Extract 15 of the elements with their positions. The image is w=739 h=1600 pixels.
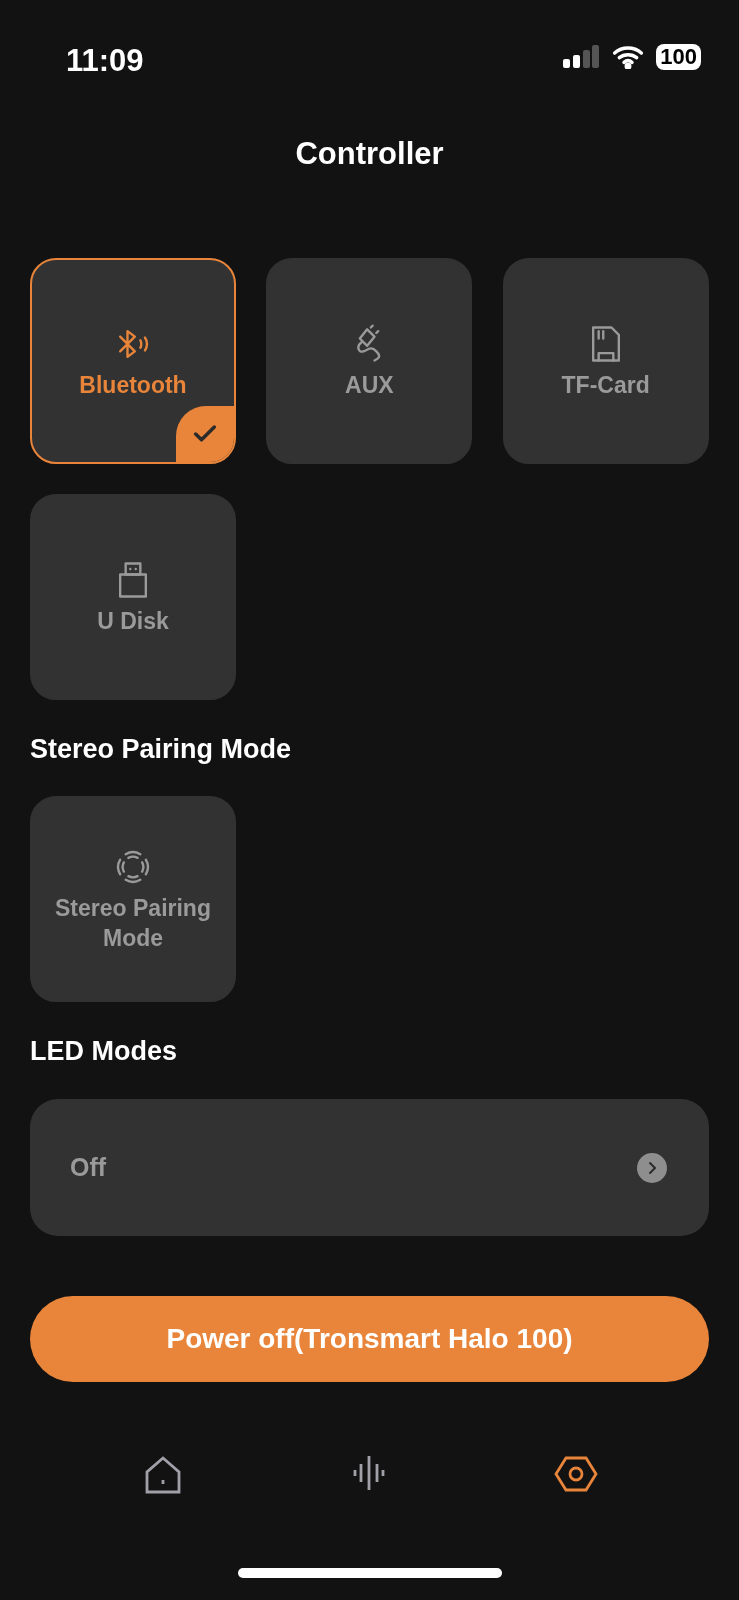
battery-level: 100 xyxy=(656,44,701,70)
source-tile[interactable]: Stereo Pairing Mode xyxy=(30,796,236,1002)
led-mode-selector[interactable]: Off xyxy=(30,1099,709,1236)
status-time: 11:09 xyxy=(66,42,144,80)
chevron-right-icon xyxy=(637,1152,667,1183)
power-off-button[interactable]: Power off(Tronsmart Halo 100) xyxy=(30,1296,709,1382)
source-tile[interactable]: Bluetooth xyxy=(30,258,236,464)
page-title: Controller xyxy=(294,135,445,173)
section-heading: LED Modes xyxy=(29,1035,178,1068)
source-tile[interactable]: TF-Card xyxy=(502,258,709,464)
source-tile[interactable]: AUX xyxy=(266,258,473,464)
section-heading: Stereo Pairing Mode xyxy=(29,733,293,766)
source-tile[interactable]: U Disk xyxy=(30,494,236,700)
wifi-icon xyxy=(612,45,645,69)
signal-icon xyxy=(562,45,601,69)
